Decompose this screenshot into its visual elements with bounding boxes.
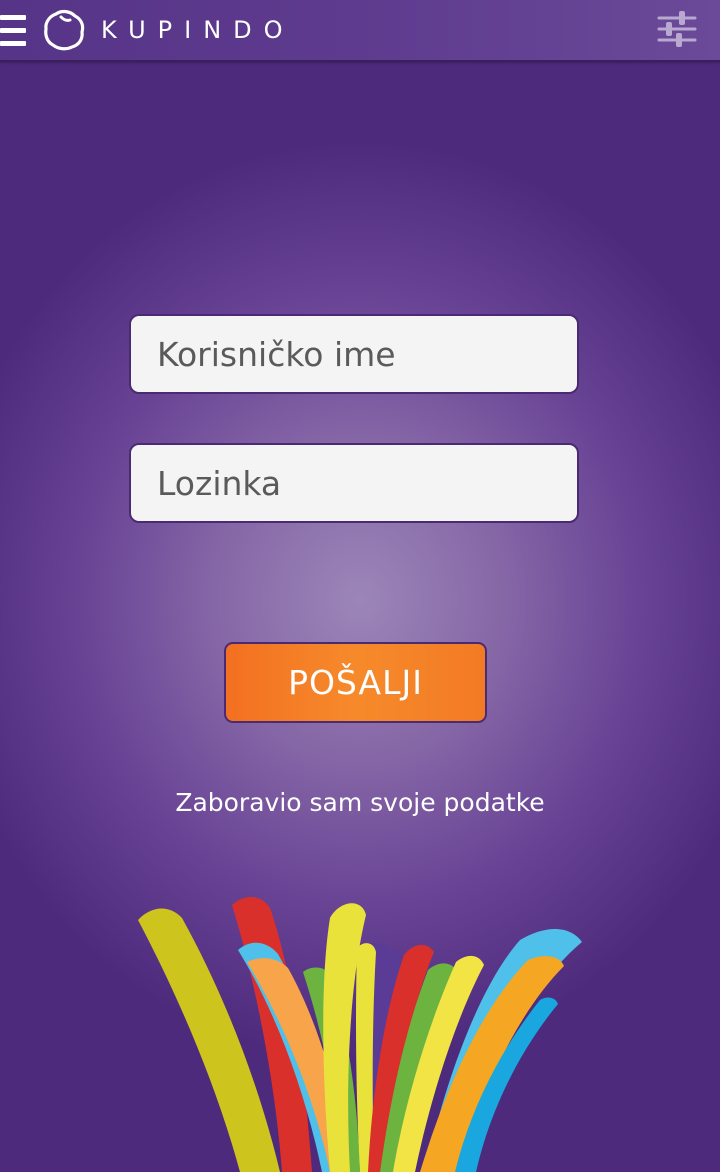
menu-icon[interactable] bbox=[0, 13, 26, 49]
logo-mark-icon bbox=[44, 9, 85, 51]
username-input[interactable] bbox=[129, 314, 579, 394]
sliders-icon[interactable] bbox=[656, 8, 698, 50]
submit-button[interactable]: POŠALJI bbox=[224, 642, 487, 723]
password-input[interactable] bbox=[129, 443, 579, 523]
forgot-credentials-link[interactable]: Zaboravio sam svoje podatke bbox=[0, 788, 720, 817]
app-header: KUPINDO bbox=[0, 0, 720, 62]
decorative-ribbons bbox=[138, 897, 582, 1172]
brand-name: KUPINDO bbox=[101, 16, 295, 44]
